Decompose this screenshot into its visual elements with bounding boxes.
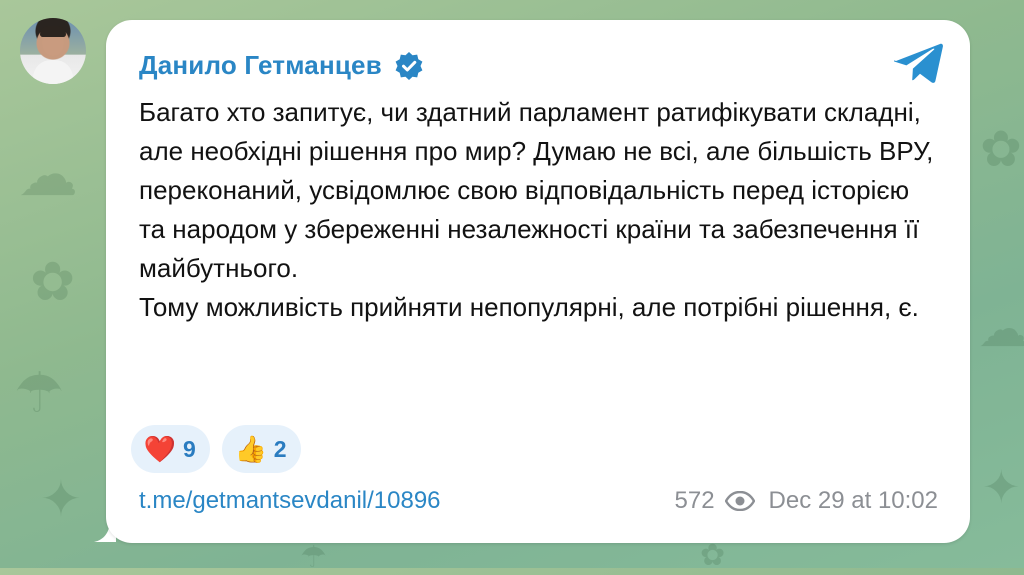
view-count: 572: [674, 487, 715, 514]
eye-icon: [724, 491, 755, 511]
background-doodle: ✿: [980, 121, 1022, 177]
verified-badge-icon: [395, 51, 423, 80]
avatar-hair: [40, 26, 66, 37]
post-timestamp: Dec 29 at 10:02: [768, 487, 938, 514]
message-text: Багато хто запитує, чи здатний парламент…: [139, 93, 939, 327]
author-avatar[interactable]: [20, 18, 86, 84]
background-doodle: ☁: [978, 301, 1024, 357]
reaction-heart[interactable]: ❤️ 9: [131, 425, 210, 473]
message-paragraph: Тому можливість прийняти непопулярні, ал…: [139, 292, 919, 322]
reactions-bar: ❤️ 9 👍 2: [131, 425, 301, 473]
message-paragraph: Багато хто запитує, чи здатний парламент…: [139, 97, 934, 283]
telegram-share-icon[interactable]: [894, 42, 944, 84]
background-doodle: ☂: [300, 541, 327, 574]
reaction-thumbs-up[interactable]: 👍 2: [221, 425, 301, 473]
background-doodle: ✦: [982, 461, 1021, 513]
heart-emoji-icon: ❤️: [143, 433, 177, 464]
background-doodle: ✿: [30, 252, 76, 312]
reaction-count: 2: [273, 435, 287, 462]
thumbs-up-emoji-icon: 👍: [234, 433, 267, 464]
avatar-shirt: [33, 60, 73, 84]
background-doodle: ✦: [40, 471, 82, 527]
post-meta: 572 Dec 29 at 10:02: [675, 487, 939, 515]
author-name[interactable]: Данило Гетманцев: [139, 50, 382, 81]
background-doodle: ☁: [18, 141, 78, 208]
background-doodle: ☂: [14, 361, 65, 424]
message-bubble: Данило Гетманцев Багато хто запитує, чи …: [106, 20, 970, 543]
author-header: Данило Гетманцев: [139, 50, 424, 81]
post-link[interactable]: t.me/getmantsevdanil/10896: [139, 487, 441, 515]
reaction-count: 9: [183, 435, 196, 462]
